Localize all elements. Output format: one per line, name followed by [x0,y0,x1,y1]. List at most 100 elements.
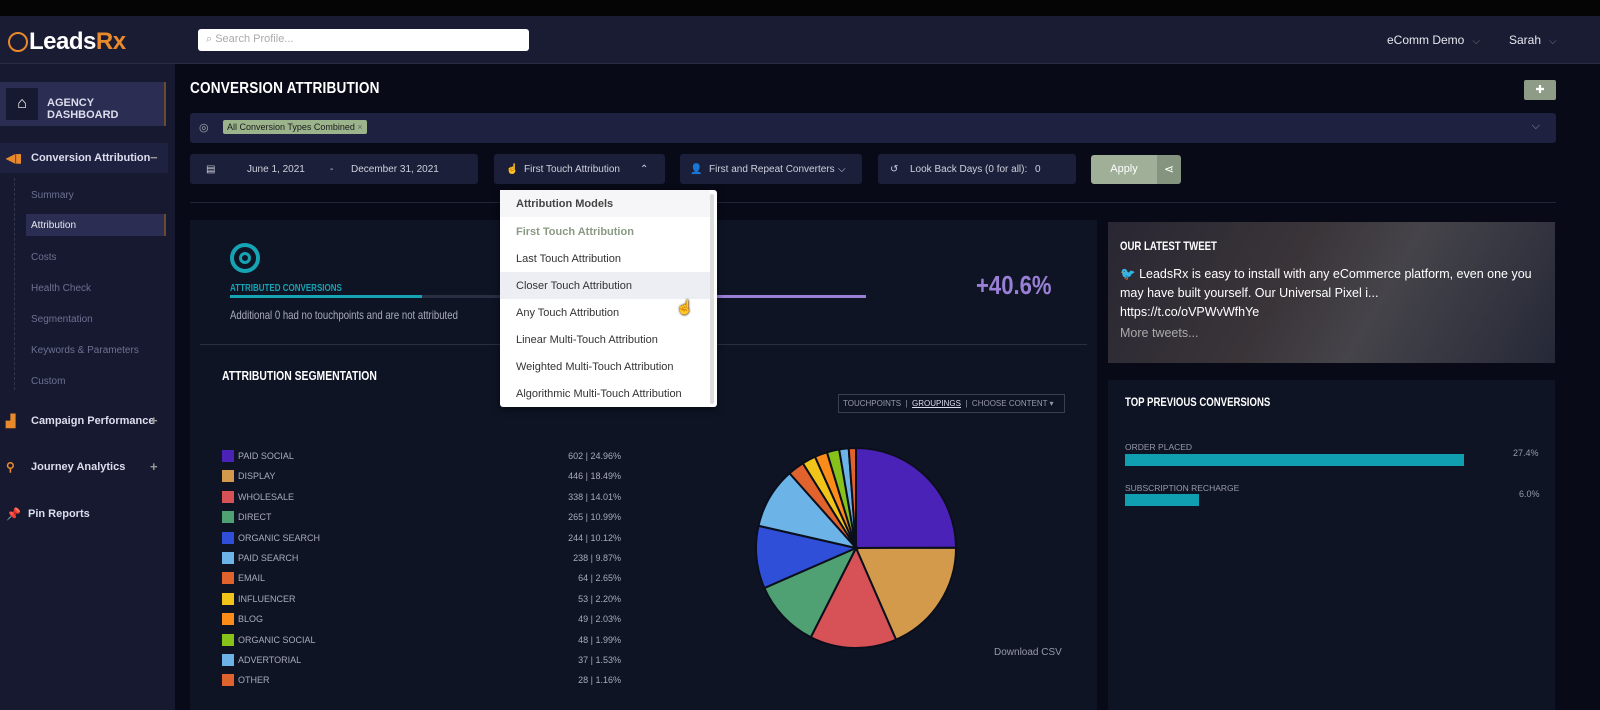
conversions-bar [230,295,422,298]
legend-label: PAID SEARCH [238,553,299,563]
pin-button[interactable]: ✚ [1524,80,1556,100]
legend-label: EMAIL [238,573,266,584]
legend-swatch [222,450,234,462]
leadsrx-logo[interactable]: LeadsRx [8,28,126,56]
conversion-tag: All Conversion Types Combined × [223,120,367,134]
chevron-down-icon: ⌵ [1531,120,1540,132]
legend-label: ADVERTORIAL [238,655,302,665]
tab-choose-content[interactable]: CHOOSE CONTENT ▾ [972,399,1054,408]
legend-label: WHOLESALE [238,491,295,502]
legend-swatch [222,654,234,666]
legend-swatch [222,633,234,646]
download-csv-link[interactable]: Download CSV [994,647,1062,658]
sidebar-item-conversion-attribution[interactable]: ◀▮ Conversion Attribution − [0,143,168,173]
legend-label: INFLUENCER [238,593,296,604]
route-icon: ⚲ [6,460,15,474]
attribution-model-select[interactable]: ☝ First Touch Attribution ⌃ [494,154,665,184]
legend-value: 53 | 2.20% [578,593,621,604]
legend-swatch [222,470,234,483]
sidebar-subitem-summary[interactable]: Summary [31,190,74,201]
legend-label: ORGANIC SEARCH [238,532,321,543]
legend-swatch [222,552,234,564]
chevron-up-icon: ⌃ [640,164,649,175]
converters-select[interactable]: 👤 First and Repeat Converters ⌵ [680,154,862,184]
segmentation-title: ATTRIBUTION SEGMENTATION [222,368,377,383]
menu-scrollbar[interactable] [710,194,714,404]
menu-item-closer-touch[interactable]: Closer Touch Attribution [500,272,710,299]
legend-swatch [222,572,234,585]
legend-label: DISPLAY [238,471,276,482]
sidebar-item-campaign-performance[interactable]: ▟ Campaign Performance + [0,406,168,436]
conversion-type-select[interactable]: ◎ All Conversion Types Combined × ⌵ [190,113,1556,143]
sidebar-subitem-health-check[interactable]: Health Check [31,283,91,294]
tab-groupings[interactable]: GROUPINGS [912,399,961,408]
menu-item-weighted[interactable]: Weighted Multi-Touch Attribution [500,353,710,380]
conversion-bar [1125,454,1464,466]
top-conversions-card: TOP PREVIOUS CONVERSIONS ORDER PLACED 27… [1108,380,1555,710]
no-touchpoints-note: Additional 0 had no touchpoints and are … [230,308,458,322]
legend-value: 49 | 2.03% [578,614,621,625]
calendar-icon: ▤ [206,164,216,175]
sidebar-subitem-costs[interactable]: Costs [31,252,57,263]
legend-value: 28 | 1.16% [578,675,621,686]
target-icon: ◎ [199,122,209,134]
legend-swatch [222,674,234,687]
lookback-days-field[interactable]: ↺ Look Back Days (0 for all): 0 [878,154,1076,184]
sidebar-subitem-custom[interactable]: Custom [31,376,65,387]
user-dropdown[interactable]: Sarah ⌵ [1509,33,1557,47]
legend-label: ORGANIC SOCIAL [238,634,316,645]
legend-value: 446 | 18.49% [568,471,621,482]
segmentation-tabs: TOUCHPOINTS | GROUPINGS | CHOOSE CONTENT… [838,394,1065,413]
legend-value: 238 | 9.87% [573,553,621,563]
pin-icon: 📌 [6,507,21,521]
pie-slice-paid-social[interactable] [855,446,958,550]
legend-value: 64 | 2.65% [578,573,621,584]
sidebar-subitem-attribution[interactable]: Attribution [26,214,166,236]
legend-swatch [222,511,234,524]
share-button[interactable]: ⋖ [1157,155,1181,184]
sidebar-subitem-keywords[interactable]: Keywords & Parameters [31,345,139,356]
legend-swatch [222,531,234,544]
hand-cursor-icon: ☝ [676,299,694,315]
search-icon: ⌕ [206,33,216,45]
bar-chart-icon: ▟ [6,414,16,428]
legend-swatch [222,613,234,626]
account-dropdown[interactable]: eComm Demo ⌵ [1387,33,1480,47]
legend-value: 244 | 10.12% [568,532,621,543]
top-conversions-title: TOP PREVIOUS CONVERSIONS [1125,395,1271,409]
pin-icon: ✚ [1535,84,1545,96]
attribution-pie-chart [755,446,958,649]
date-range-picker[interactable]: ▤ June 1, 2021 - December 31, 2021 [190,154,478,184]
twitter-icon: 🐦 [1120,267,1136,281]
legend-value: 48 | 1.99% [578,634,621,645]
chevron-down-icon: ⌵ [838,164,846,175]
legend-swatch [222,592,234,605]
more-tweets-link[interactable]: More tweets... [1120,326,1199,340]
user-icon: 👤 [690,164,703,175]
legend-value: 265 | 10.99% [568,512,621,523]
legend-value: 37 | 1.53% [578,655,621,665]
legend-swatch [222,490,234,503]
menu-item-linear[interactable]: Linear Multi-Touch Attribution [500,326,710,353]
sidebar-item-journey-analytics[interactable]: ⚲ Journey Analytics + [0,452,168,482]
menu-item-algorithmic[interactable]: Algorithmic Multi-Touch Attribution [500,380,710,407]
change-percent: +40.6% [976,270,1052,300]
tweet-link[interactable]: https://t.co/oVPWvWfhYe [1120,305,1259,319]
home-icon: ⌂ [6,88,38,120]
apply-button[interactable]: Apply [1091,155,1157,184]
sidebar-item-pin-reports[interactable]: 📌 Pin Reports [0,499,168,529]
sidebar-subitem-segmentation[interactable]: Segmentation [31,314,93,325]
share-icon: ⋖ [1163,162,1175,176]
tab-touchpoints[interactable]: TOUCHPOINTS [843,399,901,408]
conversion-label: ORDER PLACED [1125,442,1193,452]
legend-value: 338 | 14.01% [568,491,621,502]
submenu-line [14,178,15,390]
menu-item-last-touch[interactable]: Last Touch Attribution [500,245,710,272]
megaphone-icon: ◀▮ [6,151,22,165]
conversion-label: SUBSCRIPTION RECHARGE [1125,483,1240,493]
tag-remove-icon[interactable]: × [357,122,362,132]
agency-dashboard-button[interactable]: ⌂ AGENCY DASHBOARD [0,82,166,126]
chevron-down-icon: ⌵ [1472,36,1480,47]
search-input[interactable]: ⌕ Search Profile... [198,29,529,51]
menu-item-first-touch[interactable]: First Touch Attribution [500,218,710,245]
